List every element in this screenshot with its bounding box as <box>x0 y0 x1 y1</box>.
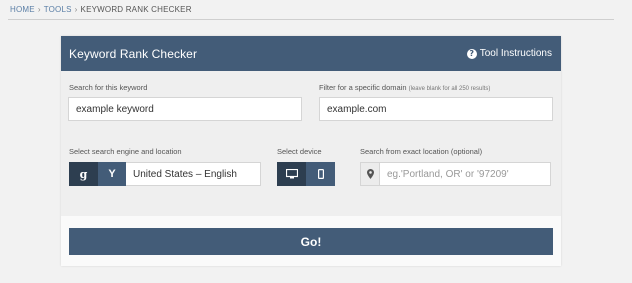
domain-label: Filter for a specific domain (leave blan… <box>319 83 490 92</box>
breadcrumb-current: KEYWORD RANK CHECKER <box>80 5 192 14</box>
desktop-icon <box>285 169 298 179</box>
breadcrumb-home-link[interactable]: HOME <box>10 5 35 14</box>
device-label: Select device <box>277 147 322 156</box>
go-button[interactable]: Go! <box>69 228 553 255</box>
breadcrumb-separator: › <box>37 5 41 14</box>
domain-input[interactable] <box>319 97 553 121</box>
location-pin-addon <box>360 162 380 186</box>
exact-location-input[interactable] <box>379 162 551 186</box>
domain-label-hint: (leave blank for all 250 results) <box>408 86 491 92</box>
keyword-label: Search for this keyword <box>69 83 148 92</box>
yahoo-engine-button[interactable]: Y <box>98 162 126 186</box>
desktop-device-button[interactable] <box>277 162 306 186</box>
mobile-icon <box>317 169 324 179</box>
mobile-device-button[interactable] <box>306 162 335 186</box>
keyword-input[interactable] <box>68 97 302 121</box>
domain-label-text: Filter for a specific domain <box>319 83 407 92</box>
google-engine-button[interactable]: g <box>69 162 98 186</box>
panel-header: Keyword Rank Checker ? Tool Instructions <box>61 36 561 71</box>
engine-label: Select search engine and location <box>69 147 182 156</box>
tool-instructions-link[interactable]: ? Tool Instructions <box>466 48 552 59</box>
breadcrumb: HOME › TOOLS › KEYWORD RANK CHECKER <box>10 5 192 14</box>
rank-checker-panel: Keyword Rank Checker ? Tool Instructions… <box>61 36 561 266</box>
panel-title: Keyword Rank Checker <box>69 46 198 61</box>
breadcrumb-divider <box>8 19 614 20</box>
form-footer: Go! <box>61 216 561 266</box>
exact-location-label: Search from exact location (optional) <box>360 147 483 156</box>
question-circle-icon: ? <box>466 48 477 59</box>
breadcrumb-separator: › <box>74 5 78 14</box>
form-body: Search for this keyword Filter for a spe… <box>61 71 561 216</box>
location-select[interactable] <box>126 162 261 186</box>
map-marker-icon <box>366 169 374 179</box>
breadcrumb-tools-link[interactable]: TOOLS <box>44 5 72 14</box>
tool-instructions-label: Tool Instructions <box>479 48 552 59</box>
